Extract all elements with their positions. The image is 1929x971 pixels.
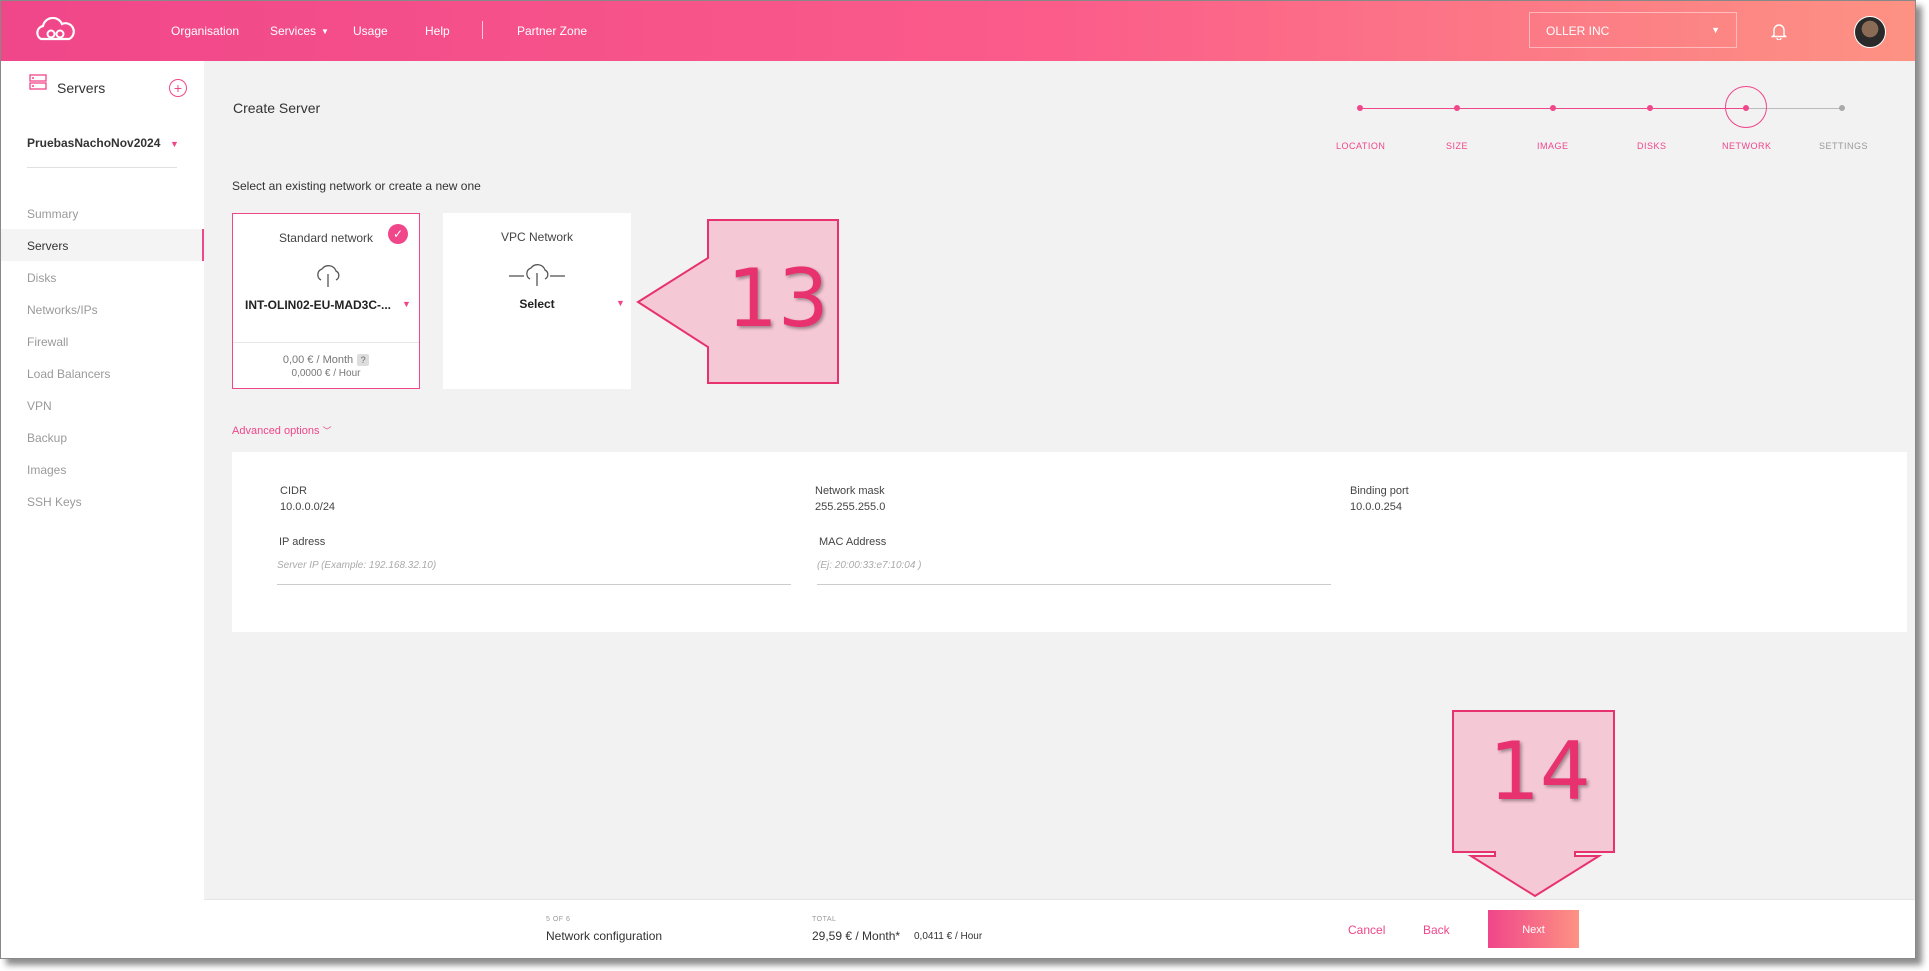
step-label-network[interactable]: NETWORK	[1722, 141, 1772, 151]
binding-port-value: 10.0.0.254	[1350, 501, 1402, 513]
sidebar-item-ssh-keys[interactable]: SSH Keys	[27, 495, 82, 509]
ip-address-input[interactable]: Server IP (Example: 192.168.32.10)	[277, 560, 791, 585]
vpc-network-select[interactable]: Select	[443, 297, 631, 311]
mac-address-placeholder: (Ej: 20:00:33:e7:10:04 )	[817, 560, 922, 571]
back-button[interactable]: Back	[1423, 923, 1450, 937]
chevron-down-icon[interactable]: ▼	[402, 299, 411, 309]
page-title: Create Server	[233, 100, 321, 116]
sidebar-divider	[27, 167, 177, 168]
cancel-button[interactable]: Cancel	[1348, 923, 1385, 937]
app-window: Organisation Services ▼ Usage Help Partn…	[0, 0, 1916, 959]
price-month: 0,00 € / Month?	[233, 354, 419, 367]
advanced-options-panel: CIDR 10.0.0.0/24 Network mask 255.255.25…	[232, 452, 1907, 632]
card-title: VPC Network	[500, 230, 574, 244]
step-dot-network[interactable]	[1743, 105, 1749, 111]
add-server-button[interactable]: +	[169, 79, 187, 97]
cloud-network-icon	[509, 264, 565, 286]
checkmark-icon: ✓	[388, 224, 408, 244]
card-divider	[233, 342, 419, 343]
sidebar-item-firewall[interactable]: Firewall	[27, 335, 68, 349]
nav-organisation[interactable]: Organisation	[171, 24, 239, 38]
cidr-value: 10.0.0.0/24	[280, 501, 336, 513]
nav-partner-zone[interactable]: Partner Zone	[517, 24, 587, 38]
organisation-select[interactable]: OLLER INC ▼	[1529, 12, 1737, 48]
ip-address-placeholder: Server IP (Example: 192.168.32.10)	[277, 560, 437, 571]
advanced-options-label: Advanced options	[232, 425, 320, 437]
sidebar-title: Servers	[57, 80, 106, 96]
step-name: Network configuration	[546, 929, 663, 943]
services-caret-icon[interactable]: ▼	[321, 27, 329, 36]
network-mask-label: Network mask	[815, 485, 885, 497]
binding-port-label: Binding port	[1350, 485, 1409, 497]
cidr-label: CIDR	[280, 485, 307, 497]
standard-network-card[interactable]: Standard network ✓ INT-OLIN02-EU-MAD3C-.…	[232, 213, 420, 389]
nav-divider	[482, 21, 483, 39]
step-label-image[interactable]: IMAGE	[1537, 141, 1569, 151]
step-label-disks[interactable]: DISKS	[1637, 141, 1667, 151]
sidebar-item-summary[interactable]: Summary	[27, 207, 78, 221]
sidebar-item-vpn[interactable]: VPN	[27, 399, 52, 413]
vpc-network-card[interactable]: VPC Network Select ▼	[443, 213, 631, 389]
top-bar: Organisation Services ▼ Usage Help Partn…	[1, 1, 1915, 61]
cloud-upload-icon	[317, 265, 340, 287]
next-button[interactable]: Next	[1488, 910, 1579, 948]
nav-usage[interactable]: Usage	[353, 24, 388, 38]
sidebar	[1, 61, 204, 958]
callout-number-13: 13	[727, 252, 829, 345]
price-month-value: 0,00 € / Month	[282, 354, 354, 366]
standard-network-select[interactable]: INT-OLIN02-EU-MAD3C-...	[245, 298, 391, 312]
sidebar-item-networks[interactable]: Networks/IPs	[27, 303, 98, 317]
chevron-down-icon[interactable]: ▼	[170, 139, 179, 149]
project-select[interactable]: PruebasNachoNov2024	[27, 136, 160, 150]
total-month: 29,59 € / Month*	[812, 929, 901, 943]
bell-icon[interactable]	[1771, 22, 1787, 40]
nav-help[interactable]: Help	[425, 24, 450, 38]
price-hour: 0,0000 € / Hour	[291, 368, 361, 379]
advanced-options-toggle[interactable]: Advanced options ﹀	[232, 424, 332, 437]
mac-address-input[interactable]: (Ej: 20:00:33:e7:10:04 )	[817, 560, 1331, 585]
step-dot-location[interactable]	[1357, 105, 1363, 111]
step-dot-disks[interactable]	[1647, 105, 1653, 111]
total-label: TOTAL	[812, 916, 837, 923]
sidebar-item-disks[interactable]: Disks	[27, 271, 56, 285]
help-icon[interactable]: ?	[357, 354, 370, 367]
step-dot-size[interactable]	[1454, 105, 1460, 111]
mac-address-label: MAC Address	[819, 536, 887, 548]
sidebar-item-servers[interactable]: Servers	[27, 239, 68, 253]
step-dot-image[interactable]	[1550, 105, 1556, 111]
total-hour: 0,0411 € / Hour	[914, 931, 983, 942]
step-label-location[interactable]: LOCATION	[1336, 141, 1385, 151]
network-mask-value: 255.255.255.0	[815, 501, 886, 513]
step-dot-settings[interactable]	[1839, 105, 1845, 111]
sidebar-item-backup[interactable]: Backup	[27, 431, 67, 445]
chevron-down-icon[interactable]: ▼	[616, 298, 625, 308]
server-icon	[29, 74, 47, 90]
ip-address-label: IP adress	[279, 536, 326, 548]
callout-number-14: 14	[1489, 725, 1591, 818]
wizard-footer: 5 OF 6 Network configuration TOTAL 29,59…	[204, 899, 1915, 958]
chevron-down-icon: ﹀	[322, 426, 332, 436]
user-avatar[interactable]	[1854, 16, 1886, 48]
sidebar-item-images[interactable]: Images	[27, 463, 66, 477]
step-count: 5 OF 6	[546, 916, 571, 923]
cloud-logo-icon[interactable]	[31, 17, 79, 45]
chevron-down-icon: ▼	[1711, 25, 1720, 35]
nav-services[interactable]: Services	[270, 24, 316, 38]
network-instruction: Select an existing network or create a n…	[232, 179, 481, 193]
sidebar-item-load-balancers[interactable]: Load Balancers	[27, 367, 110, 381]
step-label-size[interactable]: SIZE	[1446, 141, 1468, 151]
organisation-select-value: OLLER INC	[1546, 24, 1610, 38]
step-label-settings[interactable]: SETTINGS	[1819, 141, 1868, 151]
